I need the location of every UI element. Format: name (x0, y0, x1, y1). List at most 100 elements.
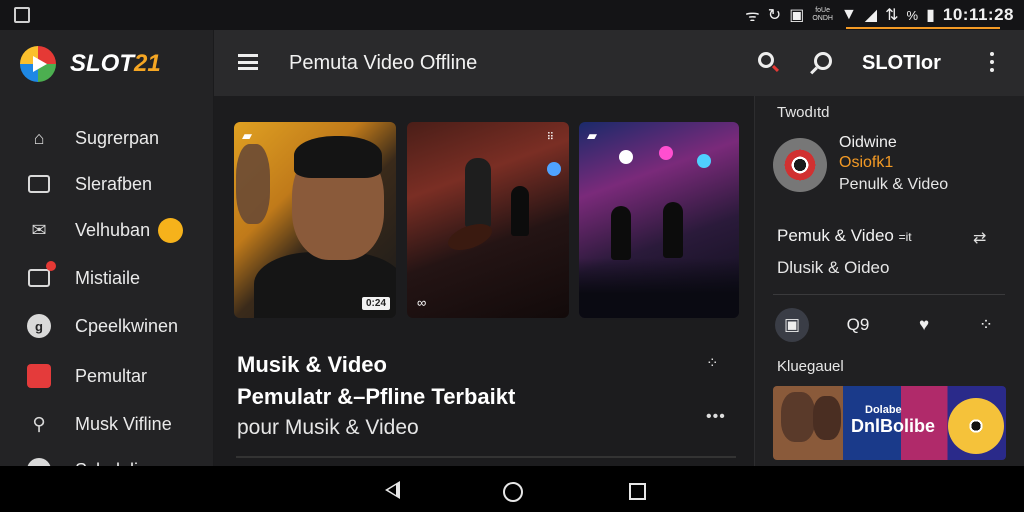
wifi-icon: ▼ (840, 6, 857, 23)
clock: 10:11:28 (942, 5, 1014, 24)
status-icons: ᯤ ↻ ▣ foUe ONDH ▼ ◢ ⇅ % ▮ 10:11:28 (745, 4, 1014, 26)
main-content: ▰ 0:24 ⠿ ∞ ▰ Musik & Video Pemulatr &–Pf… (214, 96, 754, 466)
playlist-button[interactable]: Q9 (841, 308, 875, 342)
notification-icon (14, 7, 30, 23)
search-alt-icon[interactable] (814, 52, 832, 70)
swap-icon[interactable]: ⇄ (973, 228, 986, 248)
options-button[interactable]: ⁘ (969, 308, 1003, 342)
logo-play-icon (20, 46, 56, 82)
sidebar-item-velhuban[interactable]: ✉ Velhuban (0, 210, 213, 250)
guitar-shape (444, 218, 496, 256)
notification-dot (158, 217, 183, 243)
sidebar-item-label: Pemultar (75, 365, 148, 386)
sync-icon: ↻ (767, 7, 782, 24)
bandmate-figure (511, 186, 529, 236)
more-options-icon[interactable] (990, 52, 994, 72)
stage-light (619, 150, 633, 164)
card-description: pour Musik & Video (237, 416, 419, 439)
share-icon[interactable]: ⁘ (706, 354, 719, 372)
card-subtitle: Pemulatr &–Pfline Terbaikt (237, 384, 516, 409)
thumb-hair (294, 136, 382, 178)
sidebar: SLOT21 ⌂ Sugrerpan Slerafben ✉ Velhuban … (0, 30, 213, 482)
envelope-icon: ✉ (31, 219, 47, 240)
cast-icon: ▰ (587, 128, 597, 143)
section-heading: Twodıtd (777, 104, 830, 121)
disc-icon (773, 138, 827, 192)
loop-icon: ∞ (417, 295, 427, 310)
sidebar-item-cpeelkwinen[interactable]: g Cpeelkwinen (0, 306, 213, 346)
track-line-3: Penulk & Video (839, 176, 949, 193)
menu-icon[interactable] (238, 54, 258, 70)
red-app-icon (27, 364, 51, 388)
video-badge (46, 261, 56, 271)
right-panel: Twodıtd Oidwine Osiofk1 Penulk & Video P… (754, 96, 1024, 466)
guitarist-figure (465, 158, 491, 228)
app-logo[interactable]: SLOT21 (20, 46, 161, 82)
more-horizontal-icon[interactable]: ••• (706, 408, 726, 426)
band-member (611, 206, 631, 260)
status-accent-line (846, 27, 1000, 29)
top-app-bar: Pemuta Video Offline SLOTIor (214, 30, 1024, 96)
divider (773, 294, 1005, 295)
stage-light (659, 146, 673, 160)
track-line-2: Osiofk1 (839, 154, 894, 171)
duration-chip: 0:24 (361, 297, 390, 310)
list-item-title[interactable]: Pemuk & Video =it (777, 226, 912, 246)
banner-face (781, 392, 815, 442)
track-line-1[interactable]: Oidwine (839, 134, 897, 152)
status-mini-text: foUe ONDH (812, 7, 833, 23)
more-icon: ⠿ (546, 132, 555, 143)
status-bar: ᯤ ↻ ▣ foUe ONDH ▼ ◢ ⇅ % ▮ 10:11:28 (0, 0, 1024, 30)
video-thumbnail-portrait[interactable]: ▰ 0:24 (234, 122, 396, 318)
video-thumbnail-concert[interactable]: ▰ (579, 122, 739, 318)
card-title: Musik & Video (237, 352, 387, 377)
signal-icon: ◢ (864, 7, 878, 24)
banner-face (813, 396, 841, 440)
sidebar-item-label: Mistiaile (75, 267, 141, 288)
status-mini-line-2: ONDH (812, 15, 833, 22)
sidebar-item-mistiaile[interactable]: Mistiaile (0, 258, 213, 298)
page-title: Pemuta Video Offline (289, 52, 478, 74)
sidebar-item-label: Velhuban (75, 219, 151, 240)
account-button[interactable]: SLOTIor (862, 52, 941, 75)
pin-icon: ⚲ (32, 413, 46, 434)
sidebar-item-label: Sugrerpan (75, 127, 160, 148)
divider (236, 456, 736, 458)
stage-light (697, 154, 711, 168)
circle-icon: g (27, 314, 51, 338)
sidebar-item-slerafben[interactable]: Slerafben (0, 164, 213, 204)
stage-light (547, 162, 561, 176)
nfc-icon: ᯤ (745, 8, 760, 25)
cast-icon: ▰ (242, 128, 252, 143)
list-item-subtitle: Dlusik & Oideo (777, 258, 890, 277)
video-thumbnail-guitarist[interactable]: ⠿ ∞ (407, 122, 569, 318)
lock-icon: ▣ (789, 7, 805, 24)
search-icon[interactable] (758, 52, 774, 68)
home-icon: ⌂ (33, 127, 45, 148)
recents-icon[interactable] (629, 483, 646, 500)
section-heading: Kluegauel (777, 358, 844, 375)
data-icon: ⇅ (885, 7, 899, 24)
home-button-icon[interactable] (503, 482, 523, 502)
sidebar-item-sugrerpan[interactable]: ⌂ Sugrerpan (0, 118, 213, 158)
crowd-shape (579, 258, 739, 318)
banner-subtitle: DnlBolibe (851, 416, 935, 436)
battery-percent: % (906, 7, 919, 23)
like-button[interactable]: ♥ (907, 308, 941, 342)
sidebar-item-musk-vifline[interactable]: ⚲ Musk Vifline (0, 404, 213, 444)
status-mini-line-1: foUe (815, 7, 831, 14)
back-icon[interactable] (385, 481, 400, 499)
mail-icon (27, 172, 51, 196)
banner-title: Dolabe (865, 404, 902, 416)
sidebar-item-label: Slerafben (75, 173, 153, 194)
thumb-bg-face (236, 144, 270, 224)
promo-banner[interactable]: Dolabe DnlBolibe (773, 386, 1006, 460)
logo-text: SLOT21 (70, 50, 161, 77)
sidebar-item-pemultar[interactable]: Pemultar (0, 356, 213, 396)
sidebar-item-label: Musk Vifline (75, 413, 172, 434)
system-nav-bar (0, 466, 1024, 512)
battery-icon: ▮ (926, 7, 935, 24)
library-button[interactable]: ▣ (775, 308, 809, 342)
band-member (663, 202, 683, 258)
sidebar-item-label: Cpeelkwinen (75, 315, 179, 336)
